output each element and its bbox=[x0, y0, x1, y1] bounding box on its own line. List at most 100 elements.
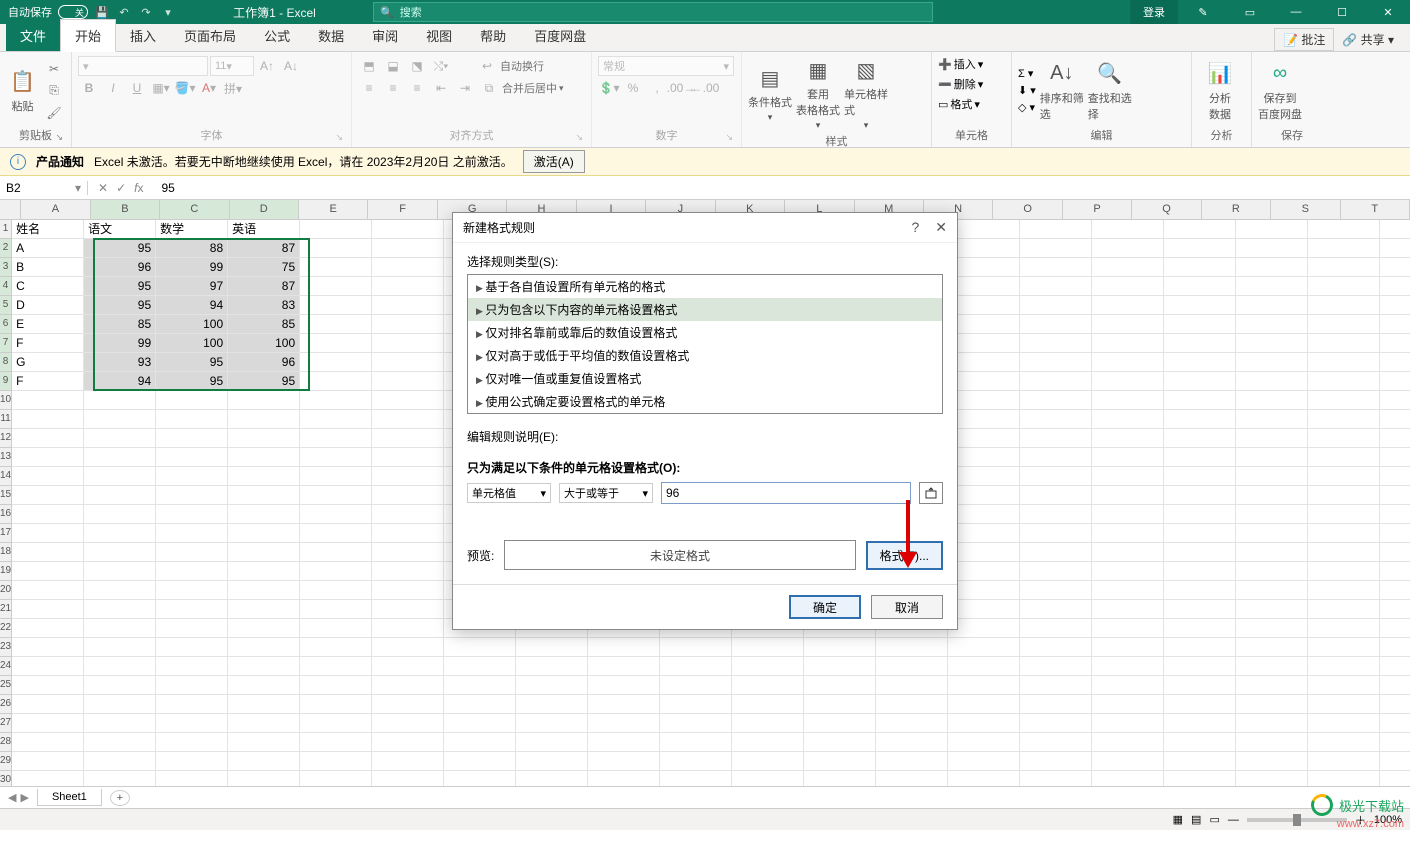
cell[interactable] bbox=[84, 619, 156, 638]
cell[interactable] bbox=[876, 676, 948, 695]
cell[interactable] bbox=[300, 334, 372, 353]
cell[interactable] bbox=[1164, 505, 1236, 524]
cell[interactable] bbox=[12, 391, 84, 410]
row-header[interactable]: 9 bbox=[0, 372, 12, 391]
cell[interactable] bbox=[1020, 239, 1092, 258]
maximize-icon[interactable]: ☐ bbox=[1320, 0, 1364, 24]
redo-icon[interactable]: ↷ bbox=[138, 4, 154, 20]
cell[interactable] bbox=[1236, 543, 1308, 562]
cell[interactable] bbox=[1092, 220, 1164, 239]
col-header[interactable]: D bbox=[230, 200, 299, 220]
cell[interactable] bbox=[1164, 467, 1236, 486]
cell[interactable] bbox=[1164, 220, 1236, 239]
cell[interactable] bbox=[1236, 524, 1308, 543]
cell[interactable] bbox=[1236, 258, 1308, 277]
cell[interactable] bbox=[1236, 372, 1308, 391]
cell[interactable] bbox=[1308, 391, 1380, 410]
cell[interactable] bbox=[948, 467, 1020, 486]
cell[interactable] bbox=[228, 581, 300, 600]
cell[interactable] bbox=[372, 486, 444, 505]
cell[interactable] bbox=[84, 524, 156, 543]
cell[interactable] bbox=[444, 771, 516, 786]
cell[interactable] bbox=[300, 600, 372, 619]
cell[interactable] bbox=[1380, 733, 1410, 752]
cell[interactable] bbox=[300, 752, 372, 771]
row-header[interactable]: 27 bbox=[0, 714, 12, 733]
cell[interactable] bbox=[1236, 220, 1308, 239]
cell[interactable] bbox=[228, 543, 300, 562]
row-header[interactable]: 22 bbox=[0, 619, 12, 638]
col-header[interactable]: R bbox=[1202, 200, 1271, 220]
tab-file[interactable]: 文件 bbox=[6, 20, 60, 51]
launcher-icon[interactable]: ↘ bbox=[55, 132, 63, 143]
cell[interactable] bbox=[516, 752, 588, 771]
cell[interactable] bbox=[1164, 657, 1236, 676]
cell[interactable] bbox=[228, 600, 300, 619]
cell[interactable] bbox=[1380, 448, 1410, 467]
wrap-text-icon[interactable]: ↩ bbox=[476, 56, 498, 76]
cell[interactable] bbox=[300, 581, 372, 600]
cell[interactable] bbox=[156, 638, 228, 657]
minimize-icon[interactable]: — bbox=[1274, 0, 1318, 24]
zoom-slider[interactable] bbox=[1247, 818, 1347, 822]
cell[interactable] bbox=[1164, 372, 1236, 391]
cell[interactable] bbox=[1092, 543, 1164, 562]
cell[interactable] bbox=[1020, 353, 1092, 372]
cell[interactable] bbox=[1092, 410, 1164, 429]
cells-delete-button[interactable]: ➖删除 ▾ bbox=[938, 76, 983, 92]
cell[interactable] bbox=[1020, 657, 1092, 676]
percent-icon[interactable]: % bbox=[622, 78, 644, 98]
cell[interactable] bbox=[372, 467, 444, 486]
cell[interactable] bbox=[1092, 315, 1164, 334]
row-header[interactable]: 28 bbox=[0, 733, 12, 752]
cell[interactable] bbox=[1020, 771, 1092, 786]
cell[interactable] bbox=[12, 448, 84, 467]
row-header[interactable]: 16 bbox=[0, 505, 12, 524]
cell[interactable]: 87 bbox=[228, 277, 300, 296]
cut-icon[interactable]: ✂ bbox=[43, 59, 65, 79]
cell[interactable] bbox=[156, 752, 228, 771]
cell[interactable] bbox=[156, 524, 228, 543]
cell[interactable] bbox=[228, 638, 300, 657]
cells-insert-button[interactable]: ➕插入 ▾ bbox=[938, 56, 983, 72]
cell[interactable] bbox=[588, 752, 660, 771]
merge-icon[interactable]: ⧉ bbox=[478, 78, 500, 98]
cell[interactable] bbox=[948, 657, 1020, 676]
copy-icon[interactable]: ⎘ bbox=[43, 81, 65, 101]
cell[interactable]: D bbox=[12, 296, 84, 315]
cell[interactable] bbox=[12, 619, 84, 638]
analyze-data-button[interactable]: 📊分析 数据 bbox=[1198, 60, 1242, 122]
number-format-combo[interactable]: 常规 ▾ bbox=[598, 56, 734, 76]
cell[interactable] bbox=[1236, 581, 1308, 600]
cell[interactable] bbox=[660, 657, 732, 676]
cell[interactable] bbox=[372, 505, 444, 524]
cell[interactable]: 75 bbox=[228, 258, 300, 277]
cell[interactable] bbox=[1380, 410, 1410, 429]
rule-type-listbox[interactable]: 基于各自值设置所有单元格的格式只为包含以下内容的单元格设置格式仅对排名靠前或靠后… bbox=[467, 274, 943, 414]
cell[interactable] bbox=[1164, 486, 1236, 505]
cell[interactable] bbox=[300, 467, 372, 486]
cell[interactable] bbox=[1236, 239, 1308, 258]
cell[interactable] bbox=[948, 505, 1020, 524]
help-icon[interactable]: ? bbox=[911, 219, 919, 236]
qat-dropdown-icon[interactable]: ▾ bbox=[160, 4, 176, 20]
cell[interactable] bbox=[1380, 486, 1410, 505]
cell[interactable] bbox=[804, 752, 876, 771]
cell[interactable] bbox=[84, 505, 156, 524]
cell[interactable] bbox=[1092, 771, 1164, 786]
dec-decimal-icon[interactable]: ←.00 bbox=[694, 78, 716, 98]
cell[interactable] bbox=[1380, 638, 1410, 657]
cell[interactable] bbox=[1020, 562, 1092, 581]
cell[interactable]: 95 bbox=[84, 239, 156, 258]
cell[interactable] bbox=[1380, 296, 1410, 315]
cell[interactable] bbox=[948, 296, 1020, 315]
cell[interactable] bbox=[12, 562, 84, 581]
cell[interactable] bbox=[300, 524, 372, 543]
cell[interactable] bbox=[12, 771, 84, 786]
cell[interactable] bbox=[444, 695, 516, 714]
cell[interactable] bbox=[1380, 695, 1410, 714]
cell[interactable]: 99 bbox=[84, 334, 156, 353]
cell[interactable] bbox=[660, 733, 732, 752]
conditional-format-button[interactable]: ▤条件格式▾ bbox=[748, 64, 792, 123]
cell[interactable] bbox=[1380, 391, 1410, 410]
